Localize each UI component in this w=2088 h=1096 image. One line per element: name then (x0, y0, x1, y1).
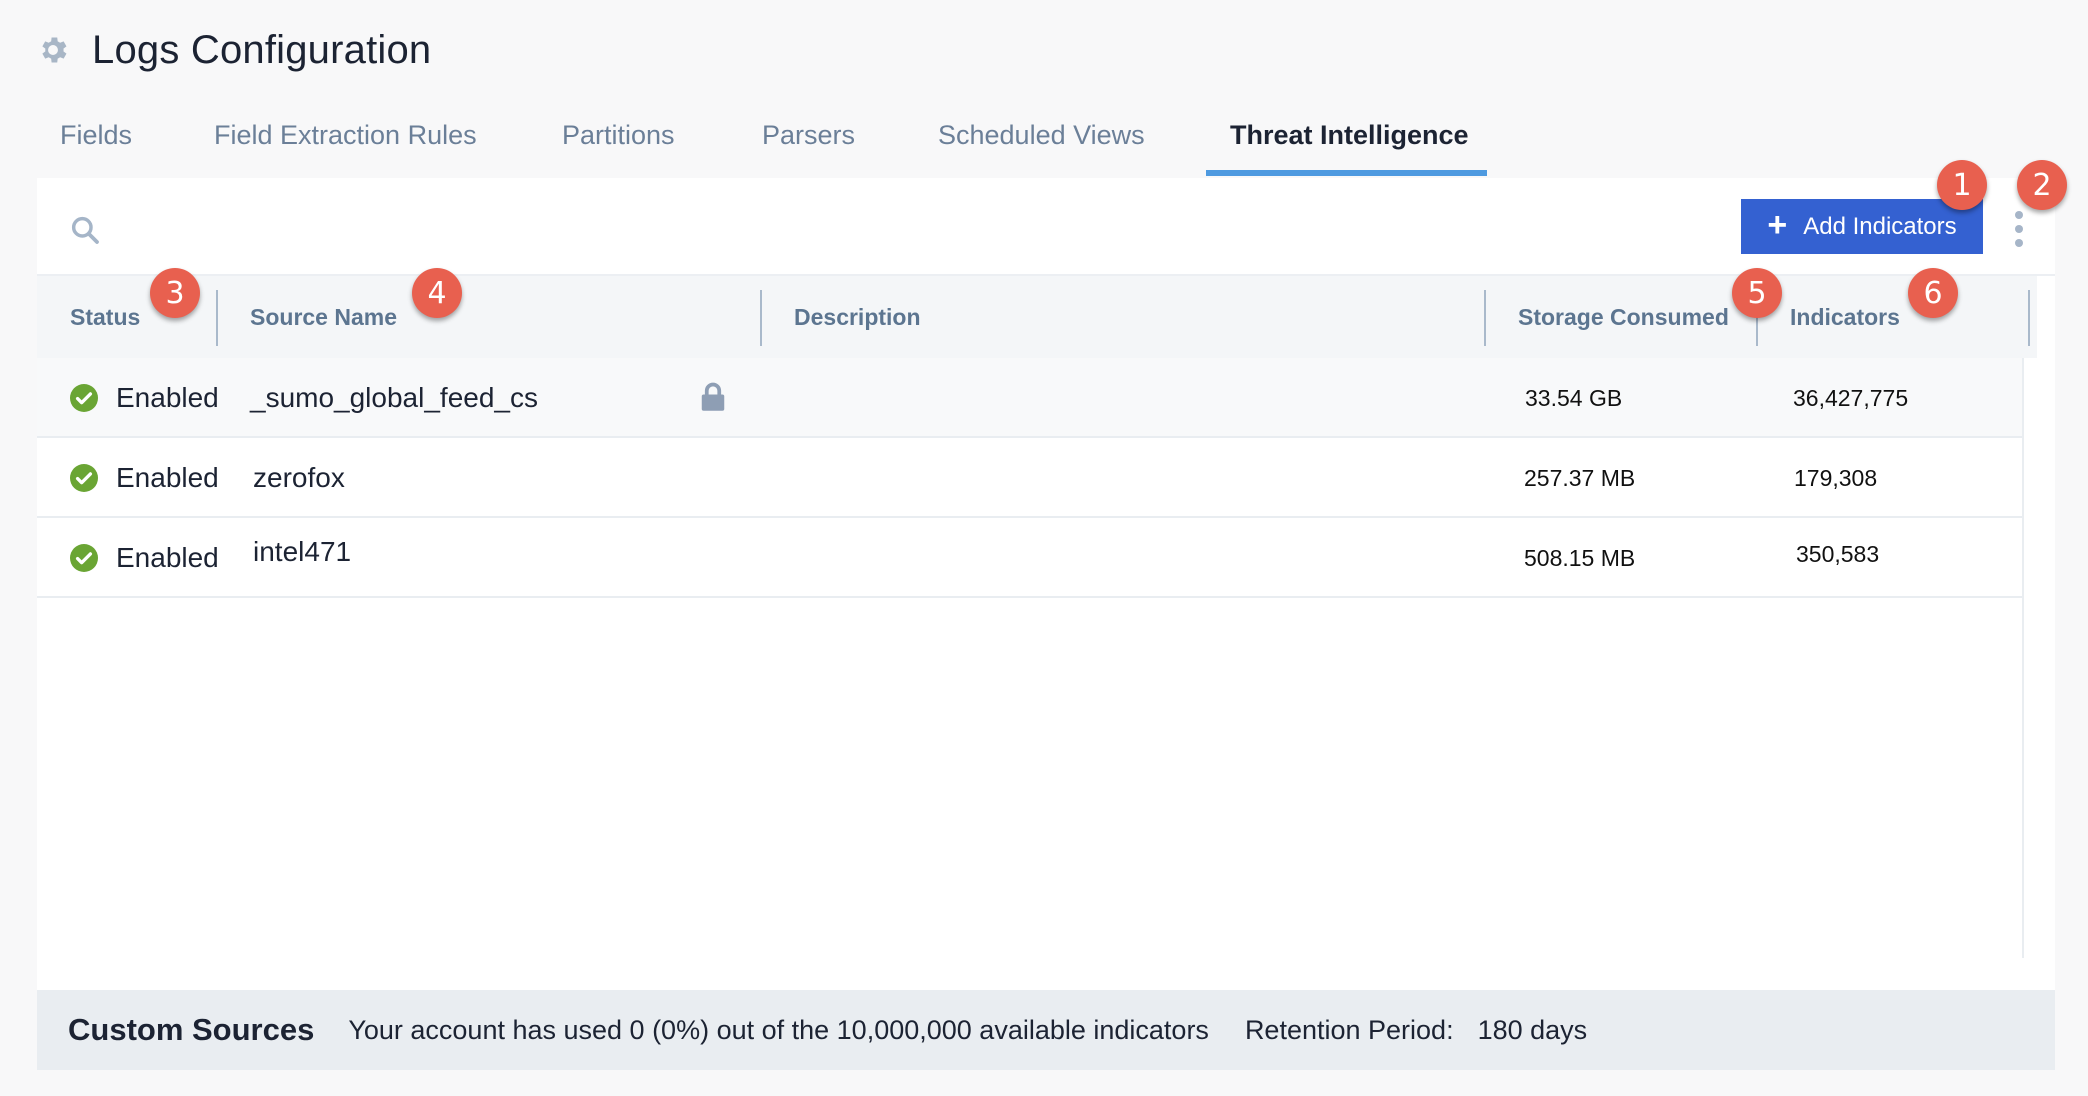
page-title: Logs Configuration (92, 27, 432, 72)
add-indicators-button[interactable]: + Add Indicators (1741, 199, 1983, 254)
column-resize-handle[interactable] (1484, 290, 1486, 346)
table-row[interactable]: Enabled intel471 508.15 MB 350,583 (37, 518, 2022, 598)
status-cell: Enabled (70, 358, 219, 438)
indicators-cell: 36,427,775 (1793, 384, 1909, 411)
status-text: Enabled (116, 462, 219, 493)
retention-label: Retention Period: (1244, 1014, 1454, 1045)
tab-fields[interactable]: Fields (60, 120, 132, 151)
table-row[interactable]: Enabled zerofox 257.37 MB 179,308 (37, 438, 2022, 518)
plus-icon: + (1767, 206, 1788, 244)
custom-sources-footer: Custom Sources Your account has used 0 (… (37, 990, 2055, 1070)
tab-scheduled-views[interactable]: Scheduled Views (938, 120, 1145, 151)
status-cell: Enabled (70, 438, 219, 518)
add-indicators-label: Add Indicators (1803, 212, 1957, 240)
column-resize-handle[interactable] (760, 290, 762, 346)
check-circle-icon (70, 544, 98, 572)
status-cell: Enabled (70, 518, 219, 598)
annotation-badge: 6 (1908, 268, 1958, 318)
source-name-cell: _sumo_global_feed_cs (250, 382, 538, 413)
source-name-cell: zerofox (253, 462, 345, 493)
tab-parsers[interactable]: Parsers (762, 120, 855, 151)
tab-threat-intelligence[interactable]: Threat Intelligence (1230, 120, 1469, 151)
source-name-cell: intel471 (253, 536, 352, 567)
column-header-description[interactable]: Description (794, 276, 921, 358)
search-input[interactable] (117, 204, 1317, 254)
toolbar: + Add Indicators (37, 178, 2055, 276)
storage-cell: 33.54 GB (1525, 384, 1623, 411)
column-resize-handle[interactable] (216, 290, 218, 346)
annotation-badge: 5 (1732, 268, 1782, 318)
column-resize-handle[interactable] (2028, 290, 2030, 346)
scrollbar[interactable] (2022, 358, 2024, 958)
table-body: Enabled _sumo_global_feed_cs 33.54 GB 36… (37, 358, 2022, 598)
active-tab-indicator (1206, 170, 1487, 176)
tab-field-extraction-rules[interactable]: Field Extraction Rules (214, 120, 477, 151)
tab-partitions[interactable]: Partitions (562, 120, 675, 151)
indicators-cell: 179,308 (1794, 464, 1878, 491)
storage-cell: 257.37 MB (1524, 464, 1636, 491)
search-icon[interactable] (69, 214, 101, 246)
footer-title: Custom Sources (68, 1012, 315, 1047)
column-header-storage-consumed[interactable]: Storage Consumed (1518, 276, 1729, 358)
column-header-source-name[interactable]: Source Name (250, 276, 397, 358)
status-text: Enabled (116, 382, 219, 413)
indicators-cell: 350,583 (1796, 540, 1880, 567)
column-header-status[interactable]: Status (70, 276, 140, 358)
tab-bar: Fields Field Extraction Rules Partitions… (0, 110, 2088, 176)
annotation-badge: 2 (2017, 160, 2067, 210)
table-row[interactable]: Enabled _sumo_global_feed_cs 33.54 GB 36… (37, 358, 2022, 438)
kebab-menu-icon[interactable] (2007, 211, 2031, 247)
storage-cell: 508.15 MB (1524, 544, 1636, 571)
check-circle-icon (70, 384, 98, 412)
annotation-badge: 3 (150, 268, 200, 318)
status-text: Enabled (116, 542, 219, 573)
usage-text: Your account has used 0 (0%) out of the … (348, 1014, 1209, 1045)
column-header-indicators[interactable]: Indicators (1790, 276, 1900, 358)
annotation-badge: 4 (412, 268, 462, 318)
lock-icon (701, 382, 725, 411)
page-header: Logs Configuration (36, 22, 431, 78)
annotation-badge: 1 (1937, 160, 1987, 210)
check-circle-icon (70, 464, 98, 492)
gear-icon (42, 37, 67, 63)
retention-value: 180 days (1477, 1014, 1588, 1045)
